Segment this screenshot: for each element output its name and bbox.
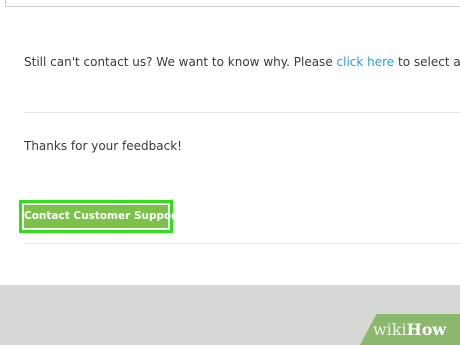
contact-support-highlight: Contact Customer Support (19, 200, 181, 233)
page: Still can't contact us? We want to know … (0, 0, 460, 345)
contact-customer-support-button[interactable]: Contact Customer Support (24, 205, 181, 228)
content-card: Still can't contact us? We want to know … (0, 0, 460, 285)
watermark-logo-text: wikiHow (373, 321, 446, 339)
feedback-thanks-text: Thanks for your feedback! (24, 139, 182, 153)
wikihow-watermark: wikiHow (360, 314, 460, 345)
bottom-divider (24, 243, 460, 244)
contact-help-continuation: to select a reason so that (398, 55, 460, 69)
section-divider (24, 112, 460, 113)
page-footer: wikiHow (0, 285, 460, 345)
previous-section-box (5, 0, 460, 7)
watermark-wiki-text: wiki (373, 320, 407, 339)
watermark-how-text: How (406, 320, 447, 339)
click-here-link[interactable]: click here (337, 55, 395, 69)
contact-help-text: Still can't contact us? We want to know … (24, 55, 460, 69)
contact-help-intro: Still can't contact us? We want to know … (24, 55, 337, 69)
